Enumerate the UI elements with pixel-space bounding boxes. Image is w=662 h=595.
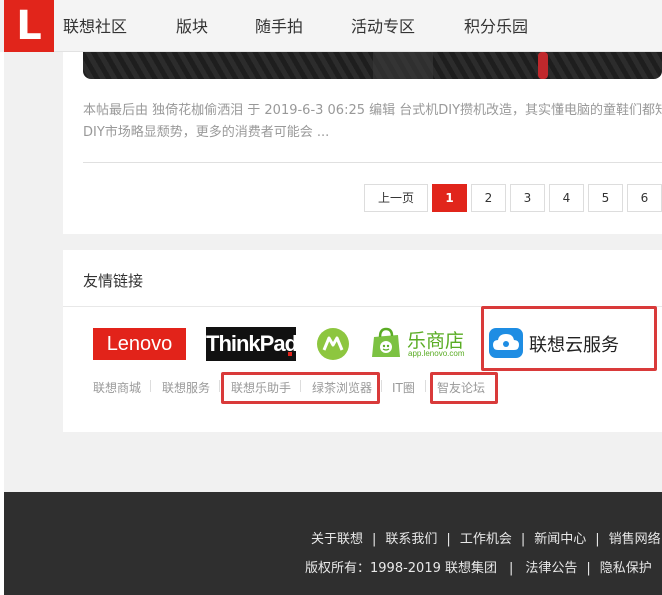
footer-link-about[interactable]: 关于联想	[311, 532, 363, 547]
motorola-icon	[322, 336, 344, 351]
footer-link-contact[interactable]: 联系我们	[385, 532, 437, 547]
page-1-button[interactable]: 1	[432, 184, 467, 212]
page-6-button[interactable]: 6	[627, 184, 662, 212]
appstore-link-icon[interactable]	[369, 326, 403, 360]
appstore-link-url: app.lenovo.com	[408, 349, 465, 358]
top-navigation: L 联想社区 版块 随手拍 活动专区 积分乐园	[4, 0, 662, 52]
footer-legal-row: 版权所有：1998-2019 联想集团 | 法律公告 | 隐私保护	[305, 557, 652, 576]
lenovo-link-logo[interactable]: Lenovo	[93, 328, 186, 360]
page-2-button[interactable]: 2	[471, 184, 506, 212]
link-separator	[425, 380, 426, 392]
appstore-bag-icon	[372, 327, 400, 357]
footer-separator: |	[509, 561, 514, 576]
footer-link-news[interactable]: 新闻中心	[534, 532, 586, 547]
link-it-circle[interactable]: IT圈	[392, 379, 415, 396]
post-image-accent	[538, 52, 548, 79]
footer-separator: |	[586, 561, 591, 576]
footer-separator: |	[520, 532, 526, 547]
page-5-button[interactable]: 5	[588, 184, 623, 212]
footer-link-jobs[interactable]: 工作机会	[460, 532, 512, 547]
footer-links-row: 关于联想 | 联系我们 | 工作机会 | 新闻中心 | 销售网络	[311, 528, 661, 547]
footer-separator: |	[446, 532, 451, 547]
post-summary-line1: 本帖最后由 独倚花枷偷洒泪 于 2019-6-3 06:25 编辑 台式机DIY…	[83, 103, 662, 118]
page-4-button[interactable]: 4	[549, 184, 584, 212]
highlight-box-cloud-service	[481, 306, 657, 371]
highlight-box-assistant-browser	[221, 372, 380, 404]
thinkpad-link-logo[interactable]: ThinkPad	[206, 327, 298, 361]
thinkpad-logo-text: ThinkPad	[206, 331, 298, 356]
link-lenovo-mall[interactable]: 联想商城	[93, 379, 141, 396]
nav-forums[interactable]: 版块	[176, 0, 208, 52]
link-separator	[150, 380, 151, 392]
nav-snapshots[interactable]: 随手拍	[255, 0, 303, 52]
highlight-box-zhiyou-forum	[430, 372, 498, 404]
footer-link-privacy[interactable]: 隐私保护	[600, 561, 652, 576]
nav-points-park[interactable]: 积分乐园	[464, 0, 528, 52]
thinkpad-red-dot	[288, 352, 292, 356]
prev-page-button[interactable]: 上一页	[364, 184, 428, 212]
link-separator	[219, 380, 220, 392]
post-divider	[83, 162, 662, 163]
post-summary[interactable]: 本帖最后由 独倚花枷偷洒泪 于 2019-6-3 06:25 编辑 台式机DIY…	[83, 100, 662, 144]
lenovo-logo[interactable]: L	[4, 0, 54, 52]
link-separator	[381, 380, 382, 392]
footer-copyright: 版权所有：1998-2019 联想集团	[305, 561, 497, 576]
footer-separator: |	[595, 532, 600, 547]
post-image-detail	[373, 52, 433, 79]
motorola-link-logo[interactable]	[317, 328, 349, 360]
footer-link-sales[interactable]: 销售网络	[609, 532, 661, 547]
footer-separator: |	[372, 532, 377, 547]
friend-links-title: 友情链接	[83, 272, 144, 290]
nav-events[interactable]: 活动专区	[351, 0, 415, 52]
footer-link-legal[interactable]: 法律公告	[525, 561, 577, 576]
link-lenovo-service[interactable]: 联想服务	[162, 379, 210, 396]
page-3-button[interactable]: 3	[510, 184, 545, 212]
post-summary-line2: DIY市场略显颓势，更多的消费者可能会 ...	[83, 125, 330, 140]
nav-community[interactable]: 联想社区	[63, 0, 127, 52]
post-image[interactable]	[83, 52, 662, 79]
